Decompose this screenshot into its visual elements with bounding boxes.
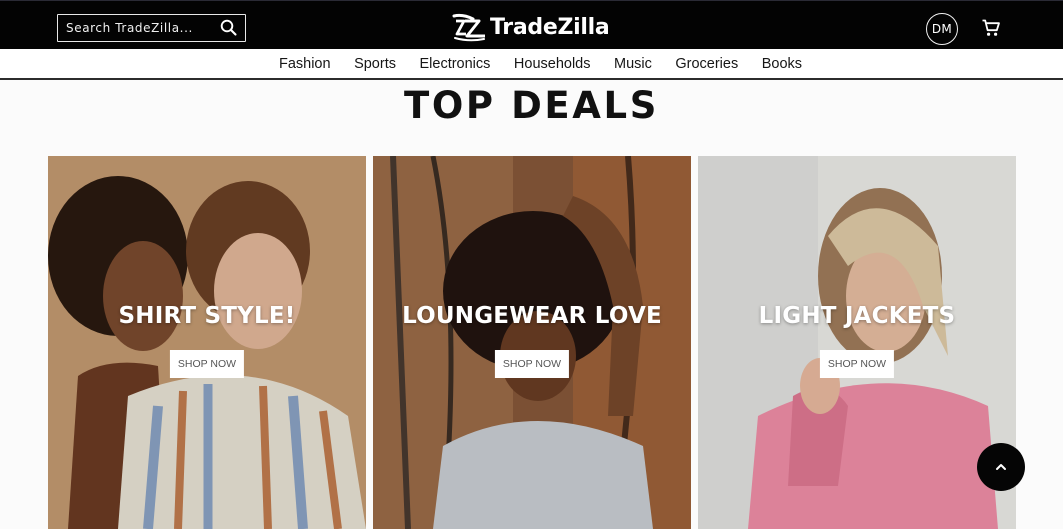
- deal-image-shirt-style: [48, 156, 366, 529]
- cart-icon[interactable]: [981, 18, 1001, 38]
- search-box: [57, 14, 246, 42]
- nav-item-groceries[interactable]: Groceries: [675, 56, 738, 72]
- chevron-up-icon: [996, 464, 1006, 470]
- nav-item-electronics[interactable]: Electronics: [419, 56, 490, 72]
- nav-item-fashion[interactable]: Fashion: [279, 56, 331, 72]
- shop-now-button[interactable]: SHOP NOW: [494, 350, 570, 378]
- scroll-to-top-button[interactable]: [977, 443, 1025, 491]
- site-logo[interactable]: TradeZilla: [451, 12, 610, 42]
- nav-item-books[interactable]: Books: [762, 56, 802, 72]
- deal-card-light-jackets[interactable]: LIGHT JACKETS SHOP NOW: [698, 156, 1016, 529]
- category-list: Fashion Sports Electronics Households Mu…: [0, 49, 1063, 78]
- deal-image-light-jackets: [698, 156, 1016, 529]
- shop-now-button[interactable]: SHOP NOW: [819, 350, 895, 378]
- category-nav: Fashion Sports Electronics Households Mu…: [0, 49, 1063, 80]
- user-avatar[interactable]: DM: [926, 13, 958, 45]
- deal-image-loungewear: [373, 156, 691, 529]
- deal-title: LOUNGEWEAR LOVE: [402, 303, 662, 329]
- search-input[interactable]: [58, 15, 218, 41]
- section-heading: TOP DEALS: [404, 84, 659, 127]
- search-icon[interactable]: [219, 18, 239, 38]
- deal-card-shirt-style[interactable]: SHIRT STYLE! SHOP NOW: [48, 156, 366, 529]
- nav-item-music[interactable]: Music: [614, 56, 652, 72]
- deal-title: LIGHT JACKETS: [758, 303, 956, 329]
- tz-logo-icon: [452, 13, 485, 42]
- top-bar: TradeZilla DM: [0, 0, 1063, 49]
- shop-now-button[interactable]: SHOP NOW: [169, 350, 245, 378]
- nav-item-households[interactable]: Households: [514, 56, 591, 72]
- deal-title: SHIRT STYLE!: [118, 303, 296, 329]
- logo-text: TradeZilla: [490, 14, 610, 40]
- nav-item-sports[interactable]: Sports: [354, 56, 396, 72]
- deal-card-loungewear[interactable]: LOUNGEWEAR LOVE SHOP NOW: [373, 156, 691, 529]
